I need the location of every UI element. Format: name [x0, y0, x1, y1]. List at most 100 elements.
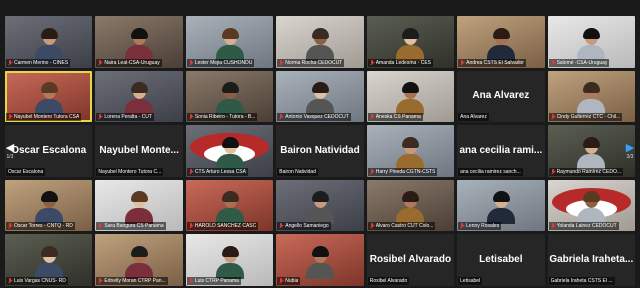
participant-tile[interactable]: Angello Samaniego	[276, 179, 364, 232]
muted-mic-icon	[370, 223, 374, 229]
participant-name: Yolanda Lainez CEDOCUT	[556, 223, 617, 230]
participant-video	[396, 82, 425, 116]
muted-mic-icon	[189, 59, 193, 66]
participant-video	[577, 27, 606, 61]
participant-tile[interactable]: Aneska CS Panama	[366, 70, 455, 123]
muted-mic-icon	[279, 223, 283, 229]
participant-video	[215, 245, 244, 279]
muted-mic-icon	[551, 223, 555, 229]
participant-tile[interactable]: Raymundo Ramírez CEDO...	[547, 125, 635, 177]
participant-tile[interactable]: Letisabel Letisabel	[457, 234, 545, 286]
participant-name: Angello Samaniego	[285, 223, 329, 230]
participant-video	[125, 82, 154, 116]
participant-tile[interactable]: Ednelly Moran CTRP Pan...	[95, 234, 183, 286]
participant-tile[interactable]: Nubia	[276, 234, 364, 286]
previous-page-number: 1/3	[6, 153, 14, 160]
previous-page-button[interactable]: ◀ 1/3	[4, 140, 16, 162]
muted-mic-icon	[189, 168, 193, 175]
participant-name: Cindy Gutierrez CTC - Chil...	[556, 114, 621, 121]
participant-tile[interactable]: Andrea CSTS El Salvador	[457, 16, 545, 68]
participant-tile[interactable]: Cindy Gutierrez CTC - Chil...	[547, 70, 635, 123]
participant-video	[396, 27, 425, 61]
participant-tile[interactable]: Oscar Torres - CNTQ - RD	[5, 179, 93, 232]
participant-name-label: Lenny Rosales	[458, 222, 502, 231]
participant-name-label: Gabriela Iraheta CSTS El ...	[548, 276, 615, 285]
participant-tile[interactable]: Ana Alvarez Ana Alvarez	[457, 70, 545, 123]
participant-video	[215, 27, 244, 61]
participant-tile[interactable]: Amanda Ledesma - CES	[366, 16, 455, 68]
participant-tile[interactable]: Lenny Rosales	[457, 179, 545, 232]
participant-name: Salomé -CSA-Uruguay	[556, 59, 608, 66]
muted-mic-icon	[98, 114, 102, 120]
participant-name: ana cecilia ramirez sanch...	[460, 168, 521, 175]
participant-name: Letisabel	[460, 277, 481, 284]
participant-tile[interactable]: Luis Vargas CNUS- RD	[5, 234, 93, 286]
participant-tile[interactable]: Naira Leal-CSA-Uruguay	[95, 16, 183, 68]
muted-mic-icon	[8, 223, 12, 229]
participant-name-label: Letisabel	[458, 276, 483, 285]
participant-tile[interactable]: Antonio Vasquez CEDOCUT	[276, 70, 364, 123]
participant-tile[interactable]: Harry Pineda CGTN-CSTS	[366, 125, 455, 177]
participant-video	[215, 82, 244, 116]
participant-name: Nayubel Montero Tutora CSA	[14, 114, 80, 121]
participant-video	[396, 136, 425, 170]
muted-mic-icon	[551, 168, 555, 175]
muted-mic-icon	[460, 59, 464, 66]
participant-video	[34, 191, 63, 225]
participant-name: Rosibel Alvarado	[369, 277, 408, 284]
participant-name-label: Amanda Ledesma - CES	[367, 58, 434, 67]
participant-video	[577, 191, 606, 225]
participant-tile[interactable]: Oscar Escalona Oscar Escalona	[5, 125, 93, 177]
participant-name-label: Nayubel Montero Tutora C...	[96, 167, 164, 176]
next-page-button[interactable]: ▶ 3/3	[624, 140, 636, 162]
participant-name: Amanda Ledesma - CES	[375, 59, 432, 66]
gallery-grid: Carmen Merino - CINES Naira Leal-CSA-Urug…	[5, 16, 635, 286]
participant-tile[interactable]: Yolanda Lainez CEDOCUT	[547, 179, 635, 232]
participant-tile[interactable]: Luis CTRP Panama	[185, 234, 274, 286]
participant-video	[34, 82, 63, 116]
participant-tile[interactable]: Sonia Ribeiro - Tutora - B...	[185, 70, 274, 123]
muted-mic-icon	[370, 114, 374, 120]
muted-mic-icon	[279, 59, 283, 66]
participant-name-label: Angello Samaniego	[277, 222, 331, 231]
participant-video	[577, 82, 606, 116]
muted-mic-icon	[98, 277, 102, 284]
participant-name-label: HAROLD SANCHEZ CASC	[186, 222, 259, 231]
participant-tile[interactable]: Carmen Merino - CINES	[5, 16, 93, 68]
participant-tile[interactable]: Rosibel Alvarado Rosibel Alvarado	[366, 234, 455, 286]
participant-tile[interactable]: Alvaro Castro CUT Colo...	[366, 179, 455, 232]
participant-name-label: Andrea CSTS El Salvador	[458, 58, 526, 67]
participant-name: Andrea CSTS El Salvador	[466, 59, 524, 66]
participant-tile[interactable]: Nayubel Monte... Nayubel Montero Tutora C…	[95, 125, 183, 177]
gallery-top-bar	[0, 0, 640, 14]
participant-tile[interactable]: Salomé -CSA-Uruguay	[547, 16, 635, 68]
participant-name: Lorena Peralta - CUT	[104, 114, 152, 121]
participant-video	[125, 245, 154, 279]
participant-tile[interactable]: Nayubel Montero Tutora CSA	[5, 70, 93, 123]
participant-tile[interactable]: Gabriela Iraheta... Gabriela Iraheta CSTS…	[547, 234, 635, 286]
participant-video	[486, 27, 515, 61]
participant-name-label: Nayubel Montero Tutora CSA	[6, 113, 82, 122]
participant-video	[305, 82, 334, 116]
participant-display-name: Bairon Natividad	[280, 144, 360, 156]
muted-mic-icon	[8, 277, 12, 284]
participant-name-label: CTS Arturo Lessa CSA	[186, 167, 248, 176]
participant-tile[interactable]: HAROLD SANCHEZ CASC	[185, 179, 274, 232]
participant-name-label: Lester Mejia CUSHONDU	[186, 58, 255, 67]
participant-tile[interactable]: Sara Bangura CS Panama	[95, 179, 183, 232]
participant-tile[interactable]: Norma Rocha CEDOCUT	[276, 16, 364, 68]
participant-tile[interactable]: CTS Arturo Lessa CSA	[185, 125, 274, 177]
participant-video	[125, 191, 154, 225]
participant-tile[interactable]: Lester Mejia CUSHONDU	[185, 16, 274, 68]
participant-name: Raymundo Ramírez CEDO...	[556, 168, 622, 175]
participant-name-label: Ednelly Moran CTRP Pan...	[96, 276, 168, 285]
participant-tile[interactable]: Bairon Natividad Bairon Natividad	[276, 125, 364, 177]
participant-name-label: Rosibel Alvarado	[367, 276, 410, 285]
participant-tile[interactable]: Lorena Peralta - CUT	[95, 70, 183, 123]
next-page-number: 3/3	[626, 153, 634, 160]
participant-name: Nayubel Montero Tutora C...	[98, 168, 162, 175]
muted-mic-icon	[551, 114, 555, 120]
participant-tile[interactable]: ana cecilia rami... ana cecilia ramirez s…	[457, 125, 545, 177]
participant-name-label: Bairon Natividad	[277, 167, 318, 176]
participant-name-label: Alvaro Castro CUT Colo...	[367, 222, 436, 231]
